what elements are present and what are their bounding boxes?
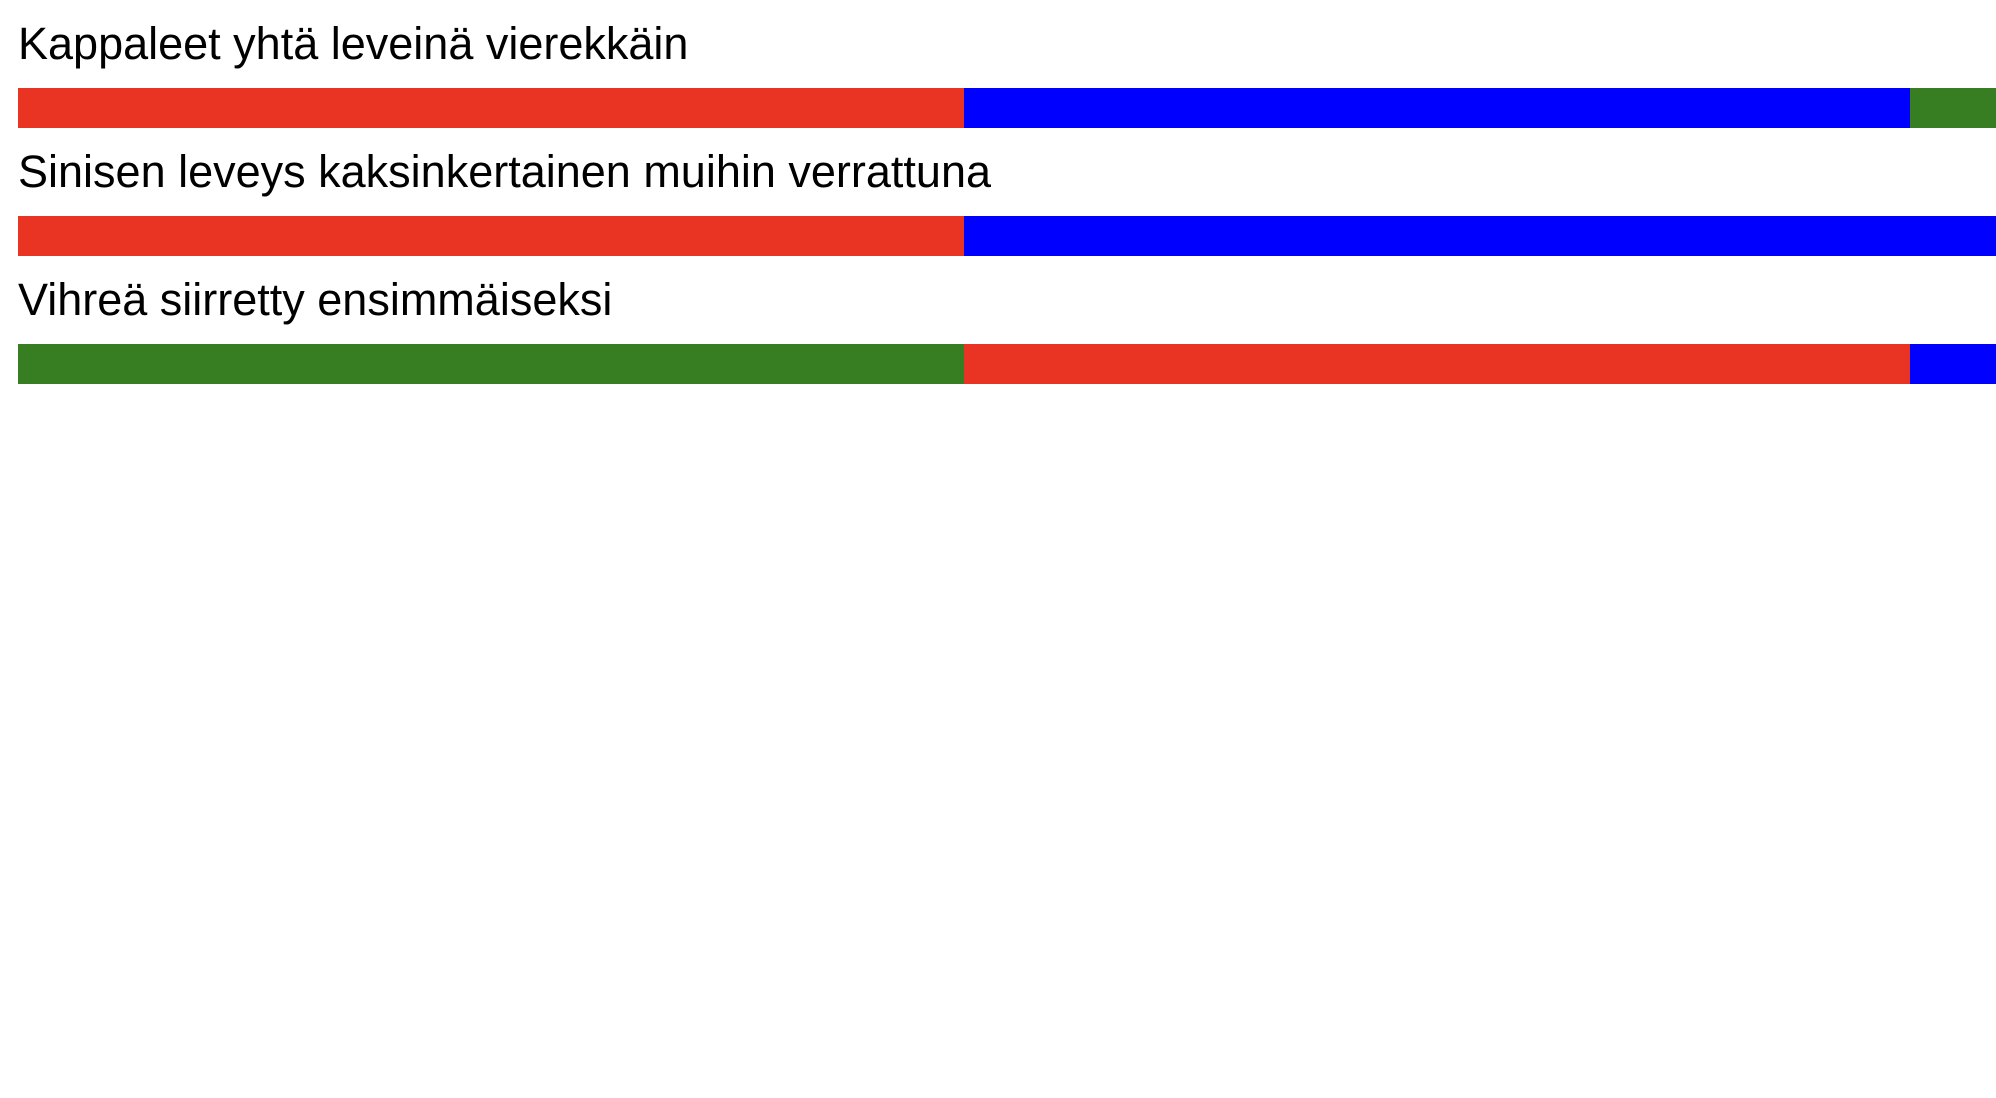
green-piece <box>18 344 964 384</box>
color-strip <box>18 88 1996 128</box>
examples-container: Kappaleet yhtä leveinä vierekkäin Sinise… <box>18 14 1996 398</box>
example-title: Vihreä siirretty ensimmäiseksi <box>18 274 613 325</box>
example-green-first: Vihreä siirretty ensimmäiseksi <box>18 270 1996 384</box>
red-piece <box>18 88 964 128</box>
example-blue-double: Sinisen leveys kaksinkertainen muihin ve… <box>18 142 1996 256</box>
blue-piece <box>964 88 1910 128</box>
example-equal-widths: Kappaleet yhtä leveinä vierekkäin <box>18 14 1996 128</box>
red-piece <box>964 344 1910 384</box>
red-piece <box>18 216 964 256</box>
blue-piece <box>1910 344 1996 384</box>
color-strip <box>18 344 1996 384</box>
green-piece <box>1910 88 1996 128</box>
blue-piece <box>964 216 1996 256</box>
example-title: Sinisen leveys kaksinkertainen muihin ve… <box>18 146 991 197</box>
color-strip <box>18 216 1996 256</box>
example-title: Kappaleet yhtä leveinä vierekkäin <box>18 18 689 69</box>
